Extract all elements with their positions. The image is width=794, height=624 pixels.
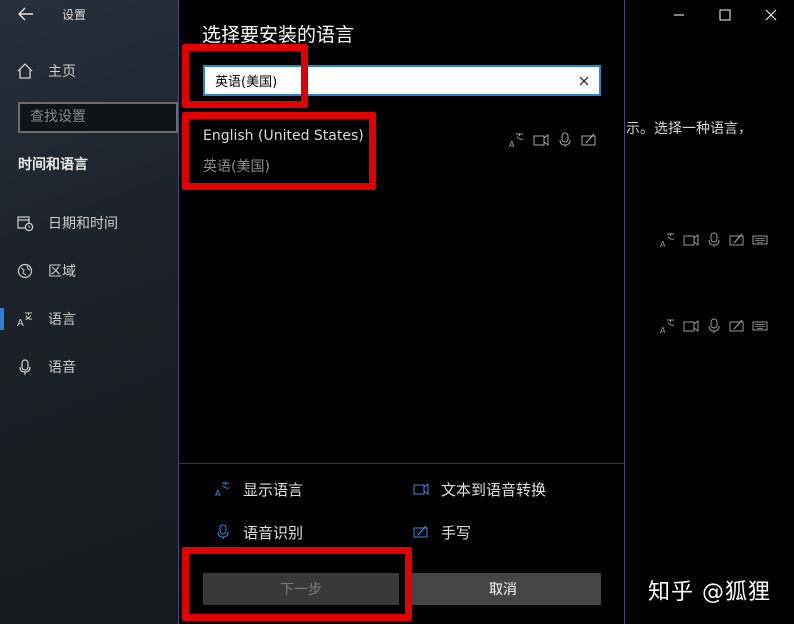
handwriting-icon (413, 524, 429, 540)
cancel-button[interactable]: 取消 (405, 573, 601, 605)
sidebar-item-speech[interactable]: 语音 (16, 356, 76, 378)
language-icon: A (16, 310, 34, 328)
calendar-clock-icon (16, 214, 34, 232)
active-indicator (0, 308, 4, 330)
tts-icon (683, 232, 699, 248)
sidebar-item-region[interactable]: 区域 (16, 260, 76, 282)
keyboard-icon (752, 232, 768, 248)
sidebar-item-label: 语音 (48, 360, 76, 376)
tts-icon (533, 132, 549, 148)
svg-text:A: A (17, 318, 24, 328)
sidebar-item-label: 日期和时间 (48, 216, 118, 232)
sidebar-item-date-time[interactable]: 日期和时间 (16, 212, 118, 234)
globe-icon (16, 262, 34, 280)
back-arrow-icon[interactable] (16, 4, 36, 24)
tts-icon (413, 481, 429, 497)
display-language-icon: A (215, 481, 231, 497)
feature-label: 手写 (441, 523, 472, 542)
tts-icon (683, 318, 699, 334)
speech-icon (706, 318, 722, 334)
handwriting-icon (581, 132, 597, 148)
feature-text-to-speech: 文本到语音转换 (413, 478, 546, 500)
settings-search-input[interactable]: 查找设置 (18, 102, 178, 133)
display-language-icon: A (509, 132, 525, 148)
display-language-icon: A (660, 232, 676, 248)
feature-display-language: A 显示语言 (215, 478, 303, 500)
speech-icon (215, 524, 231, 540)
app-title: 设置 (62, 8, 87, 22)
highlight-box-next (182, 547, 412, 621)
sidebar-item-language[interactable]: A 语言 (16, 308, 76, 330)
sidebar-item-label: 语言 (48, 312, 76, 328)
handwriting-icon (729, 318, 745, 334)
keyboard-icon (752, 318, 768, 334)
dialog-title: 选择要安装的语言 (202, 24, 355, 46)
home-icon (16, 62, 34, 80)
speech-icon (557, 132, 573, 148)
nav-home-label: 主页 (48, 64, 76, 80)
nav-home[interactable]: 主页 (16, 60, 76, 82)
background-hint-text: 示。选择一种语言， (626, 121, 752, 137)
language-capability-icons: A (509, 132, 597, 148)
window-controls (656, 0, 794, 30)
handwriting-icon (729, 232, 745, 248)
feature-handwriting: 手写 (413, 521, 471, 543)
speech-icon (706, 232, 722, 248)
clear-icon[interactable] (569, 67, 599, 94)
feature-speech-recognition: 语音识别 (215, 521, 303, 543)
background-capability-icons: A (660, 232, 768, 248)
svg-text:A: A (660, 240, 666, 248)
dialog-divider (179, 463, 624, 464)
background-capability-icons: A (660, 318, 768, 334)
settings-sidebar: 设置 主页 查找设置 时间和语言 日期和时间 区域 A 语言 语音 (0, 0, 178, 624)
svg-text:A: A (215, 489, 221, 497)
highlight-box-search (182, 44, 308, 108)
feature-label: 显示语言 (243, 480, 304, 499)
feature-label: 语音识别 (243, 523, 304, 542)
close-icon[interactable] (748, 0, 794, 30)
feature-label: 文本到语音转换 (441, 480, 547, 499)
watermark: 知乎 @狐狸 (648, 580, 771, 605)
highlight-box-result (182, 112, 376, 190)
display-language-icon: A (660, 318, 676, 334)
sidebar-item-label: 区域 (48, 264, 76, 280)
svg-text:A: A (660, 326, 666, 334)
minimize-icon[interactable] (656, 0, 702, 30)
maximize-icon[interactable] (702, 0, 748, 30)
svg-text:A: A (509, 140, 515, 148)
microphone-icon (16, 358, 34, 376)
section-heading: 时间和语言 (18, 157, 88, 173)
